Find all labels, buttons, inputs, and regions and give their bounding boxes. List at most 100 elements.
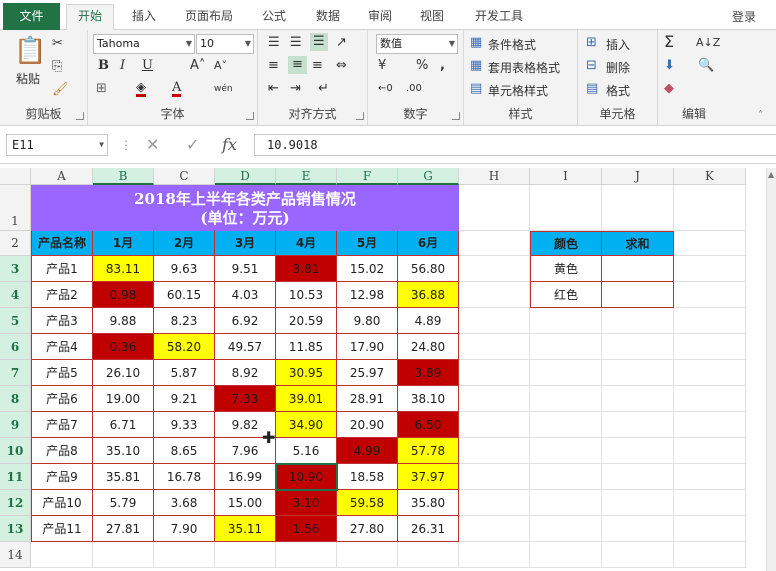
table-header-cell[interactable]: 产品名称	[31, 231, 93, 256]
font-color-icon[interactable]: A	[172, 81, 182, 97]
sales-value-cell[interactable]: 6.92	[215, 308, 276, 334]
autosum-icon[interactable]: Σ	[664, 34, 674, 50]
summary-sum-cell[interactable]	[602, 256, 674, 282]
merge-center-icon[interactable]: ⇔	[336, 58, 347, 74]
phonetic-icon[interactable]: wén	[214, 81, 233, 97]
column-header-j[interactable]: J	[602, 168, 674, 185]
sales-value-cell[interactable]: 35.80	[398, 490, 459, 516]
enter-icon[interactable]: ✓	[186, 134, 199, 156]
format-cells-button[interactable]: 格式	[606, 82, 630, 99]
grid-cell[interactable]	[674, 282, 746, 308]
grid-cell[interactable]	[459, 282, 530, 308]
select-all-corner[interactable]	[0, 168, 31, 185]
font-dialog-launcher[interactable]	[246, 112, 254, 120]
tab-developer[interactable]: 开发工具	[466, 5, 532, 30]
grid-cell[interactable]	[530, 308, 602, 334]
sales-value-cell[interactable]: 6.71	[93, 412, 154, 438]
sales-value-cell[interactable]: 26.31	[398, 516, 459, 542]
number-format-combo[interactable]: 数值 ▼	[376, 34, 458, 54]
grid-cell[interactable]	[459, 231, 530, 256]
sales-value-cell[interactable]: 9.21	[154, 386, 215, 412]
sales-value-cell[interactable]: 7.33	[215, 386, 276, 412]
font-size-combo[interactable]: 10 ▼	[196, 34, 254, 54]
row-header-8[interactable]: 8	[0, 386, 31, 412]
sales-value-cell[interactable]: 10.53	[276, 282, 337, 308]
product-name-cell[interactable]: 产品7	[31, 412, 93, 438]
align-center-icon[interactable]: ≡	[288, 56, 307, 74]
sales-value-cell[interactable]: 35.11	[215, 516, 276, 542]
sales-value-cell[interactable]: 35.10	[93, 438, 154, 464]
grid-cell[interactable]	[276, 542, 337, 568]
grid-cell[interactable]	[530, 360, 602, 386]
table-header-cell[interactable]: 3月	[215, 231, 276, 256]
grid-cell[interactable]	[530, 542, 602, 568]
grow-font-icon[interactable]: A˄	[190, 58, 205, 74]
sales-value-cell[interactable]: 83.11	[93, 256, 154, 282]
align-top-icon[interactable]: ☰	[268, 35, 280, 51]
row-header-6[interactable]: 6	[0, 334, 31, 360]
sales-value-cell[interactable]: 26.10	[93, 360, 154, 386]
sales-value-cell[interactable]: 3.68	[154, 490, 215, 516]
font-name-combo[interactable]: Tahoma ▼	[93, 34, 195, 54]
sales-value-cell[interactable]: 11.85	[276, 334, 337, 360]
sales-value-cell[interactable]: 8.65	[154, 438, 215, 464]
grid-cell[interactable]	[674, 490, 746, 516]
grid-cell[interactable]	[674, 438, 746, 464]
summary-color-cell[interactable]: 黄色	[530, 256, 602, 282]
table-header-cell[interactable]: 2月	[154, 231, 215, 256]
fill-icon[interactable]: ⬇	[664, 58, 675, 74]
comma-style-icon[interactable]: ,	[440, 58, 445, 74]
sales-value-cell[interactable]: 8.92	[215, 360, 276, 386]
sales-value-cell[interactable]: 25.97	[337, 360, 398, 386]
collapse-ribbon-icon[interactable]: ˄	[758, 108, 763, 124]
grid-cell[interactable]	[602, 438, 674, 464]
decrease-decimal-icon[interactable]: .00	[406, 81, 422, 97]
percent-icon[interactable]: %	[416, 58, 428, 74]
row-header-3[interactable]: 3	[0, 256, 31, 282]
table-header-cell[interactable]: 5月	[337, 231, 398, 256]
format-as-table-button[interactable]: 套用表格格式	[488, 59, 560, 76]
sales-value-cell[interactable]: 19.00	[93, 386, 154, 412]
grid-cell[interactable]	[602, 308, 674, 334]
login-link[interactable]: 登录	[732, 8, 756, 25]
clipboard-dialog-launcher[interactable]	[76, 112, 84, 120]
sales-value-cell[interactable]: 4.03	[215, 282, 276, 308]
sales-value-cell[interactable]: 38.10	[398, 386, 459, 412]
orientation-icon[interactable]: ↗	[336, 35, 347, 51]
column-header-a[interactable]: A	[31, 168, 93, 185]
align-middle-icon[interactable]: ☰	[290, 35, 302, 51]
sales-value-cell[interactable]: 17.90	[337, 334, 398, 360]
sales-value-cell[interactable]: 10.90	[276, 464, 337, 490]
vertical-scrollbar[interactable]: ▲	[766, 168, 776, 571]
tab-home[interactable]: 开始	[66, 4, 114, 31]
bold-button[interactable]: B	[98, 58, 109, 74]
sales-value-cell[interactable]: 9.88	[93, 308, 154, 334]
sales-value-cell[interactable]: 5.79	[93, 490, 154, 516]
grid-cell[interactable]	[674, 542, 746, 568]
row-header-14[interactable]: 14	[0, 542, 31, 568]
grid-cell[interactable]	[602, 516, 674, 542]
grid-cell[interactable]	[459, 412, 530, 438]
product-name-cell[interactable]: 产品1	[31, 256, 93, 282]
grid-cell[interactable]	[674, 516, 746, 542]
row-header-12[interactable]: 12	[0, 490, 31, 516]
row-header-9[interactable]: 9	[0, 412, 31, 438]
tab-formulas[interactable]: 公式	[252, 5, 296, 30]
sales-value-cell[interactable]: 39.01	[276, 386, 337, 412]
sales-value-cell[interactable]: 60.15	[154, 282, 215, 308]
sales-value-cell[interactable]: 15.02	[337, 256, 398, 282]
grid-cell[interactable]	[459, 308, 530, 334]
number-dialog-launcher[interactable]	[452, 112, 460, 120]
sales-value-cell[interactable]: 20.90	[337, 412, 398, 438]
grid-cell[interactable]	[674, 386, 746, 412]
sales-value-cell[interactable]: 7.90	[154, 516, 215, 542]
product-name-cell[interactable]: 产品4	[31, 334, 93, 360]
grid-cell[interactable]	[530, 490, 602, 516]
wrap-text-icon[interactable]: ↵	[318, 81, 329, 97]
grid-cell[interactable]	[31, 542, 93, 568]
sales-value-cell[interactable]: 34.90	[276, 412, 337, 438]
tab-data[interactable]: 数据	[306, 5, 350, 30]
grid-cell[interactable]	[530, 386, 602, 412]
grid-cell[interactable]	[459, 464, 530, 490]
sales-value-cell[interactable]: 9.33	[154, 412, 215, 438]
